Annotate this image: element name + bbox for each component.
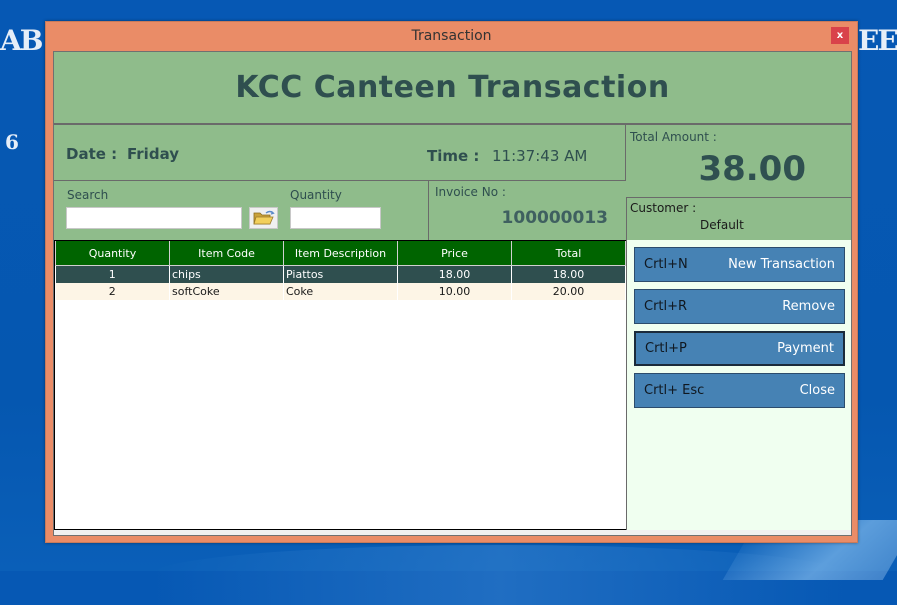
invoice-label: Invoice No :	[435, 185, 506, 199]
cell-price: 10.00	[397, 283, 512, 300]
close-window-button[interactable]: x	[831, 27, 849, 44]
new-transaction-button[interactable]: Crtl+N New Transaction	[634, 247, 845, 282]
invoice-panel: Invoice No : 100000013	[429, 181, 626, 240]
customer-value: Default	[700, 218, 744, 232]
cell-description: Piattos	[283, 265, 398, 283]
table-row[interactable]: 1 chips Piattos 18.00 18.00	[55, 265, 626, 283]
time-value: 11:37:43 AM	[492, 147, 588, 165]
window-title[interactable]: Transaction	[46, 22, 857, 51]
date-value: Friday	[127, 145, 180, 163]
browse-items-button[interactable]	[249, 207, 278, 229]
button-label: Remove	[782, 299, 835, 314]
items-table: Quantity Item Code Item Description Pric…	[55, 241, 626, 300]
window-client-area: KCC Canteen Transaction Date : Friday Ti…	[53, 51, 852, 536]
button-label: New Transaction	[728, 257, 835, 272]
transaction-window: Transaction x KCC Canteen Transaction Da…	[45, 21, 858, 543]
time-label: Time :	[427, 147, 480, 165]
cell-item-code: softCoke	[169, 283, 284, 300]
background-text-left: AB	[0, 24, 43, 57]
cell-quantity: 1	[55, 265, 170, 283]
cell-quantity: 2	[55, 283, 170, 300]
table-header-row: Quantity Item Code Item Description Pric…	[55, 241, 626, 266]
column-header-price[interactable]: Price	[397, 241, 512, 266]
search-input[interactable]	[66, 207, 242, 229]
search-panel: Search Quantity	[54, 181, 429, 240]
background-text-right: EE	[858, 24, 897, 57]
close-button[interactable]: Crtl+ Esc Close	[634, 373, 845, 408]
button-label: Close	[799, 383, 835, 398]
shortcut-label: Crtl+R	[644, 299, 688, 314]
customer-label: Customer :	[630, 201, 697, 215]
cell-price: 18.00	[397, 265, 512, 283]
column-header-total[interactable]: Total	[511, 241, 626, 266]
cell-total: 20.00	[511, 283, 626, 300]
button-label: Payment	[777, 341, 834, 356]
payment-button[interactable]: Crtl+P Payment	[634, 331, 845, 366]
shortcut-label: Crtl+N	[644, 257, 688, 272]
shortcut-label: Crtl+P	[645, 341, 687, 356]
customer-panel: Customer : Default	[626, 198, 851, 240]
total-amount-panel: Total Amount : 38.00	[626, 125, 851, 198]
cell-item-code: chips	[169, 265, 284, 283]
page-title: KCC Canteen Transaction	[54, 52, 851, 125]
invoice-number: 100000013	[501, 208, 608, 228]
date-time-panel: Date : Friday Time : 11:37:43 AM	[54, 125, 626, 181]
action-panel: Crtl+N New Transaction Crtl+R Remove Crt…	[626, 240, 851, 530]
column-header-item-description[interactable]: Item Description	[283, 241, 398, 266]
status-strip	[54, 530, 851, 535]
total-amount-label: Total Amount :	[630, 130, 717, 144]
quantity-label: Quantity	[290, 188, 342, 202]
search-label: Search	[67, 188, 109, 202]
items-grid[interactable]: Quantity Item Code Item Description Pric…	[54, 240, 627, 530]
shortcut-label: Crtl+ Esc	[644, 383, 705, 398]
column-header-quantity[interactable]: Quantity	[55, 241, 170, 266]
cell-total: 18.00	[511, 265, 626, 283]
quantity-input[interactable]	[290, 207, 381, 229]
open-folder-icon	[252, 210, 275, 225]
close-icon: x	[836, 30, 844, 41]
cell-description: Coke	[283, 283, 398, 300]
total-amount-value: 38.00	[698, 149, 806, 189]
remove-button[interactable]: Crtl+R Remove	[634, 289, 845, 324]
background-text-number: 6	[5, 130, 19, 154]
date-label: Date :	[66, 145, 118, 163]
column-header-item-code[interactable]: Item Code	[169, 241, 284, 266]
table-row[interactable]: 2 softCoke Coke 10.00 20.00	[55, 283, 626, 300]
